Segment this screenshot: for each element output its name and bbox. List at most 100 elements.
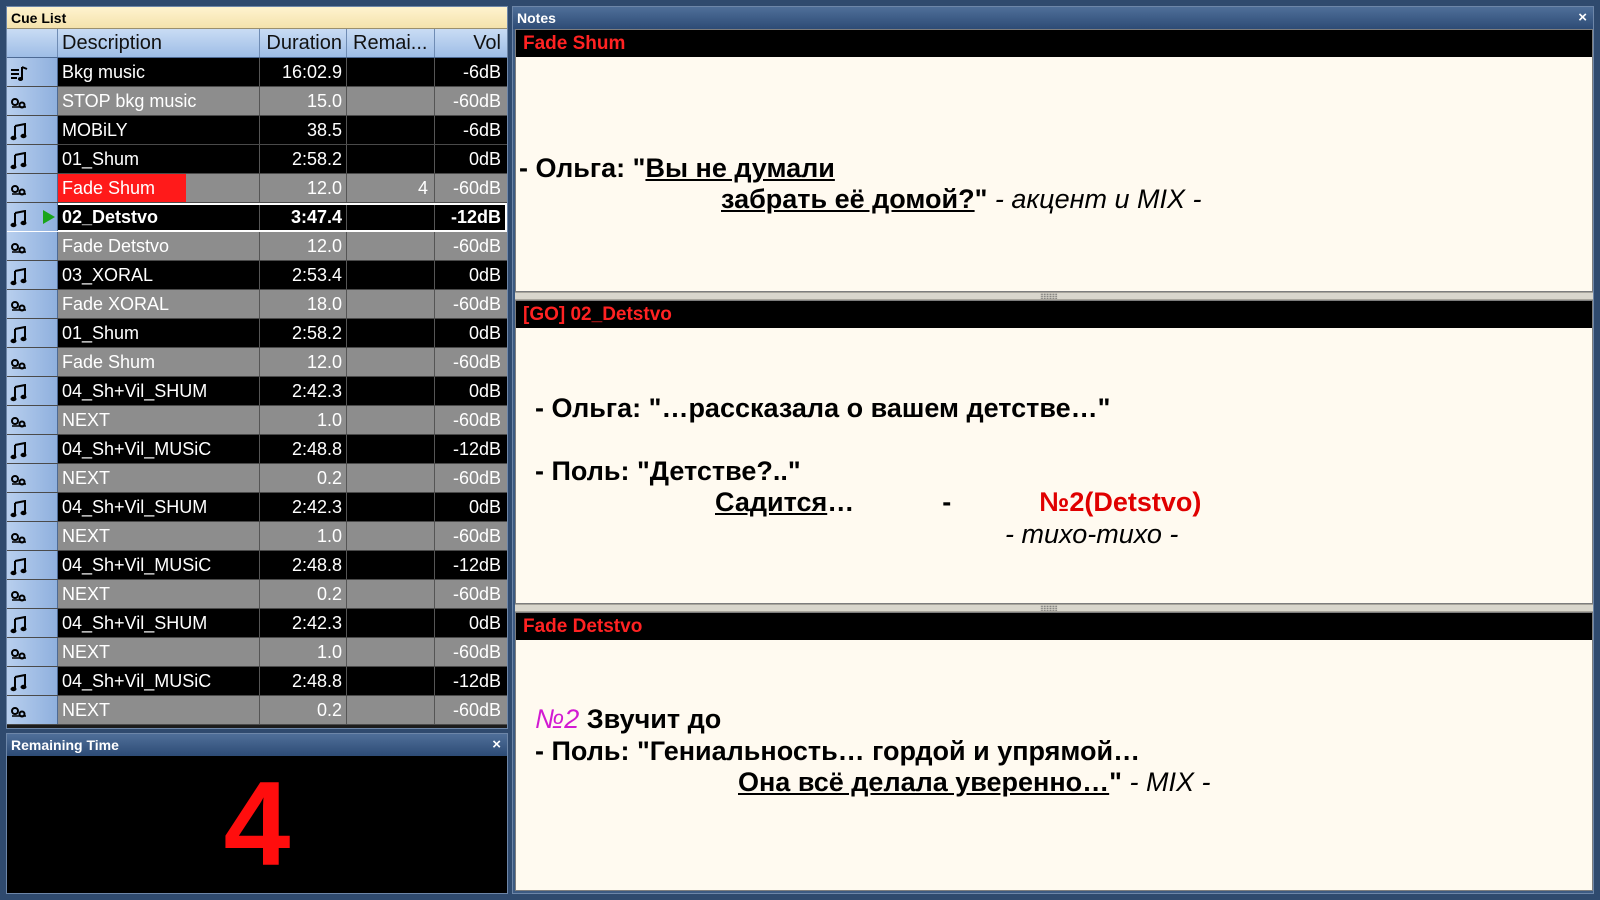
cue-row[interactable]: MOBiLY 38.5 -6dB xyxy=(7,116,507,145)
cue-vol: -60dB xyxy=(452,352,501,372)
cue-description: Bkg music xyxy=(58,58,260,86)
notes-panel: Notes × Fade Shum - Ольга: "Вы не думали… xyxy=(512,6,1594,894)
cue-type-cell xyxy=(7,609,58,637)
fade-icon xyxy=(10,469,28,487)
cue-description: 01_Shum xyxy=(58,145,260,173)
cue-row[interactable]: NEXT 1.0 -60dB xyxy=(7,522,507,551)
cue-remaining xyxy=(347,319,435,347)
cue-description: NEXT xyxy=(58,696,260,724)
notes-splitter[interactable]: ⁝⁝⁝⁝⁝⁝⁝⁝⁝⁝⁝ xyxy=(515,604,1593,613)
fade-icon xyxy=(10,701,28,719)
fade-icon xyxy=(10,585,28,603)
cue-duration: 2:42.3 xyxy=(260,609,347,637)
notes-title-text: Notes xyxy=(517,10,556,26)
cue-description: NEXT xyxy=(58,580,260,608)
column-header-remaining[interactable]: Remai... xyxy=(347,29,435,57)
cue-vol: -6dB xyxy=(462,120,501,140)
cue-description-text: Fade Detstvo xyxy=(62,236,170,256)
fade-icon xyxy=(10,179,28,197)
column-header-duration[interactable]: Duration xyxy=(260,29,347,57)
cue-duration: 2:58.2 xyxy=(260,145,347,173)
cue-row[interactable]: NEXT 1.0 -60dB xyxy=(7,638,507,667)
fade-icon xyxy=(10,411,28,429)
note-text: №2 xyxy=(535,704,580,734)
note-text: Вы не думали xyxy=(645,153,835,183)
music-note-icon xyxy=(10,672,28,692)
cue-duration: 1.0 xyxy=(260,522,347,550)
column-header-icon[interactable] xyxy=(7,29,58,57)
cue-description: 04_Sh+Vil_MUSiC xyxy=(58,551,260,579)
cue-type-cell xyxy=(7,232,58,260)
cue-description-text: 04_Sh+Vil_SHUM xyxy=(62,497,208,517)
cue-description-text: MOBiLY xyxy=(62,120,128,140)
cue-row[interactable]: 04_Sh+Vil_MUSiC 2:48.8 -12dB xyxy=(7,435,507,464)
music-note-icon xyxy=(10,150,28,170)
cue-row[interactable]: NEXT 1.0 -60dB xyxy=(7,406,507,435)
cue-row[interactable]: 02_Detstvo 3:47.4 -12dB xyxy=(7,203,507,232)
cue-row[interactable]: 04_Sh+Vil_SHUM 2:42.3 0dB xyxy=(7,493,507,522)
cue-row[interactable]: Fade Shum 12.0 -60dB xyxy=(7,348,507,377)
cue-row[interactable]: STOP bkg music 15.0 -60dB xyxy=(7,87,507,116)
cue-remaining xyxy=(347,551,435,579)
note-heading: [GO] 02_Detstvo xyxy=(516,301,1592,328)
cue-row[interactable]: Fade XORAL 18.0 -60dB xyxy=(7,290,507,319)
cue-row[interactable]: 04_Sh+Vil_MUSiC 2:48.8 -12dB xyxy=(7,667,507,696)
note-line: - Поль: "Гениальность… гордой и упрямой… xyxy=(535,736,1140,767)
note-text: - Поль: "Детстве?.." xyxy=(535,456,801,486)
note-text: - акцент и MIX - xyxy=(987,184,1202,214)
note-section-fade-shum[interactable]: Fade Shum - Ольга: "Вы не думали забрать… xyxy=(515,29,1593,292)
cue-description-text: 04_Sh+Vil_SHUM xyxy=(62,381,208,401)
cue-type-cell xyxy=(7,203,58,231)
cue-description-text: NEXT xyxy=(62,526,111,546)
cue-duration: 2:53.4 xyxy=(260,261,347,289)
cue-row[interactable]: 04_Sh+Vil_SHUM 2:42.3 0dB xyxy=(7,377,507,406)
cue-row[interactable]: 03_XORAL 2:53.4 0dB xyxy=(7,261,507,290)
note-heading: Fade Detstvo xyxy=(516,613,1592,640)
cue-row[interactable]: 01_Shum 2:58.2 0dB xyxy=(7,145,507,174)
cue-row[interactable]: Bkg music 16:02.9 -6dB xyxy=(7,58,507,87)
note-line: - Ольга: "Вы не думали xyxy=(519,153,835,184)
column-header-description[interactable]: Description xyxy=(58,29,260,57)
cue-row[interactable]: NEXT 0.2 -60dB xyxy=(7,464,507,493)
cue-type-cell xyxy=(7,174,58,202)
cue-description: Fade Shum xyxy=(58,174,260,202)
note-text: - xyxy=(942,487,952,517)
cue-vol: -60dB xyxy=(452,700,501,720)
close-icon[interactable]: × xyxy=(492,734,501,756)
music-note-icon xyxy=(10,121,28,141)
cue-description-text: NEXT xyxy=(62,468,111,488)
music-note-icon xyxy=(10,440,28,460)
column-header-vol[interactable]: Vol xyxy=(435,29,507,57)
note-section-go-detstvo[interactable]: [GO] 02_Detstvo - Ольга: "…рассказала о … xyxy=(515,300,1593,604)
cue-type-cell xyxy=(7,87,58,115)
cue-type-cell xyxy=(7,696,58,724)
note-text: - MIX - xyxy=(1121,767,1211,797)
cue-row[interactable]: NEXT 0.2 -60dB xyxy=(7,696,507,725)
cue-row[interactable]: 04_Sh+Vil_MUSiC 2:48.8 -12dB xyxy=(7,551,507,580)
cue-description-text: NEXT xyxy=(62,642,111,662)
close-icon[interactable]: × xyxy=(1578,7,1587,29)
cue-remaining xyxy=(347,87,435,115)
cue-row[interactable]: Fade Shum 12.0 4 -60dB xyxy=(7,174,507,203)
cue-type-cell xyxy=(7,261,58,289)
cue-vol: -60dB xyxy=(452,526,501,546)
cue-vol: -60dB xyxy=(452,642,501,662)
remaining-time-value: 4 xyxy=(223,757,291,891)
note-section-fade-detstvo[interactable]: Fade Detstvo №2 Звучит до - Поль: "Гениа… xyxy=(515,612,1593,891)
cue-description: 04_Sh+Vil_MUSiC xyxy=(58,435,260,463)
cue-description: 04_Sh+Vil_SHUM xyxy=(58,609,260,637)
cue-remaining xyxy=(347,116,435,144)
cue-row[interactable]: 04_Sh+Vil_SHUM 2:42.3 0dB xyxy=(7,609,507,638)
music-note-icon xyxy=(10,324,28,344)
cue-row[interactable]: Fade Detstvo 12.0 -60dB xyxy=(7,232,507,261)
cue-type-cell xyxy=(7,638,58,666)
cue-row[interactable]: 01_Shum 2:58.2 0dB xyxy=(7,319,507,348)
music-note-icon xyxy=(10,556,28,576)
note-text: - Ольга: " xyxy=(519,153,646,183)
notes-title: Notes × xyxy=(513,7,1593,29)
cue-type-cell xyxy=(7,145,58,173)
notes-splitter[interactable]: ⁝⁝⁝⁝⁝⁝⁝⁝⁝⁝⁝ xyxy=(515,292,1593,301)
note-line: Садится… - №2(Detstvo) xyxy=(715,487,1201,518)
cue-remaining xyxy=(347,348,435,376)
cue-row[interactable]: NEXT 0.2 -60dB xyxy=(7,580,507,609)
